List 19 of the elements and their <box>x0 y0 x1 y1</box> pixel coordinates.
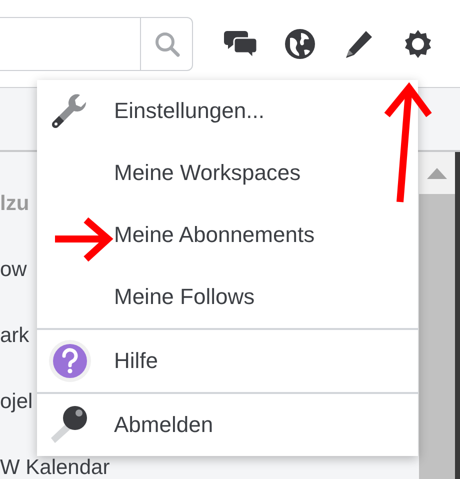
section-heading: lzu <box>0 193 30 214</box>
menu-item[interactable]: Meine Abonnements <box>37 204 418 266</box>
menu-item[interactable]: Meine Workspaces <box>37 142 418 204</box>
pencil-icon <box>344 28 374 58</box>
list-item[interactable]: ojel <box>0 391 33 412</box>
list-item[interactable]: ow <box>0 259 27 280</box>
globe-icon <box>284 28 316 60</box>
search-icon <box>154 30 180 56</box>
menu-item[interactable]: Meine Follows <box>37 266 418 328</box>
menu-item[interactable]: Abmelden <box>37 394 418 456</box>
key-icon <box>48 404 90 446</box>
chat-icon <box>224 28 258 58</box>
list-item[interactable]: W Kalendar <box>0 457 110 478</box>
help-icon <box>48 339 92 383</box>
menu-item[interactable]: Einstellungen... <box>37 80 418 142</box>
scroll-up-icon[interactable] <box>427 168 447 178</box>
list-item[interactable]: ark <box>0 325 30 346</box>
search-field[interactable] <box>0 16 193 70</box>
menu-item[interactable]: Hilfe <box>37 330 418 392</box>
